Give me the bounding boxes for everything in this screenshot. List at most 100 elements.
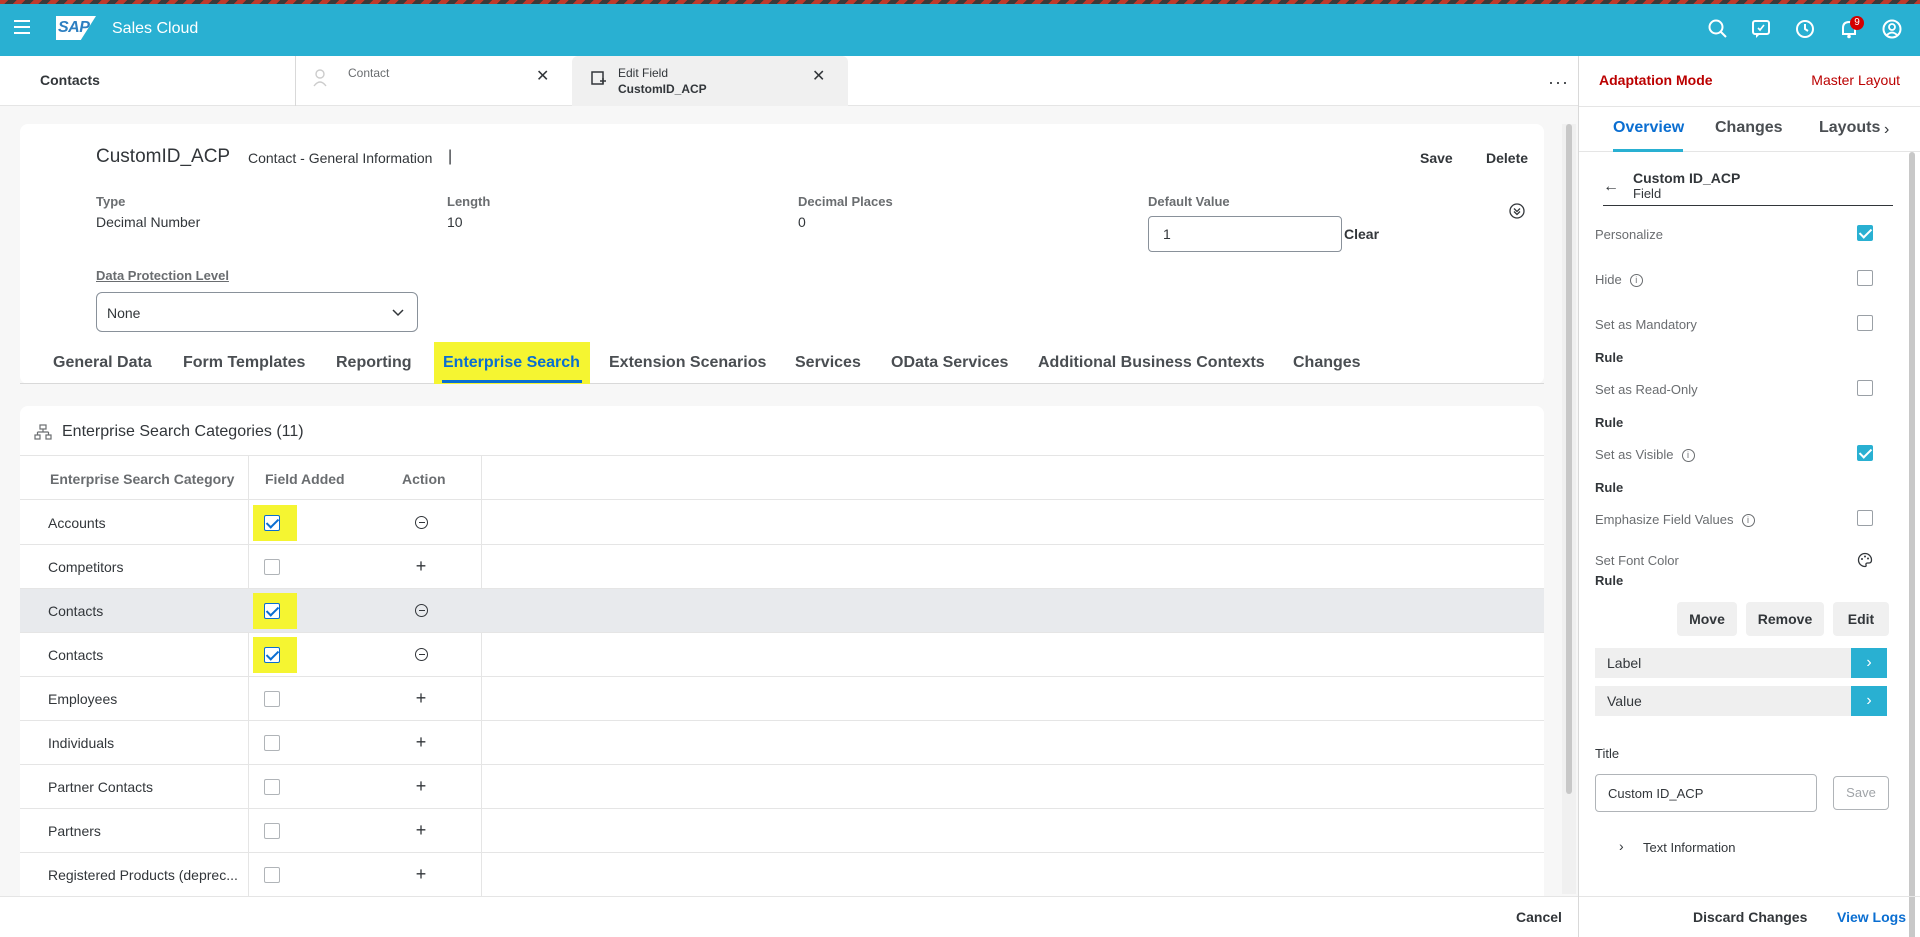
emphasize-checkbox[interactable] (1857, 510, 1873, 526)
tab-extension-scenarios[interactable]: Extension Scenarios (609, 354, 766, 372)
panel-footer: Discard Changes View Logs (1579, 896, 1920, 937)
more-icon[interactable]: ··· (1548, 72, 1569, 93)
decimal-places-value: 0 (798, 214, 806, 230)
length-value: 10 (447, 214, 463, 230)
tab-contacts[interactable]: Contacts (0, 56, 296, 106)
tab-form-templates[interactable]: Form Templates (183, 354, 305, 372)
title-label: Title (1595, 746, 1620, 761)
table-row[interactable]: Employees + (20, 677, 1544, 721)
chevron-right-icon[interactable]: › (1884, 121, 1889, 139)
tab-layouts[interactable]: Layouts (1819, 119, 1880, 137)
field-added-checkbox[interactable] (264, 559, 280, 575)
tab-changes-panel[interactable]: Changes (1715, 119, 1783, 137)
chevron-right-icon[interactable]: › (1851, 648, 1887, 678)
field-added-checkbox[interactable] (264, 867, 280, 883)
title-save-button[interactable]: Save (1833, 776, 1889, 810)
add-icon[interactable]: + (412, 733, 430, 751)
tab-additional-business-contexts[interactable]: Additional Business Contexts (1038, 354, 1265, 372)
panel-scrollbar[interactable] (1909, 152, 1915, 937)
add-icon[interactable]: + (412, 557, 430, 575)
view-logs-button[interactable]: View Logs (1837, 909, 1906, 925)
collapse-icon[interactable] (1508, 202, 1526, 220)
add-icon[interactable]: + (412, 689, 430, 707)
type-label: Type (96, 194, 126, 209)
table-row[interactable]: Competitors + (20, 545, 1544, 589)
field-added-checkbox[interactable] (264, 691, 280, 707)
remove-button[interactable]: Remove (1746, 602, 1824, 636)
table-row[interactable]: Contacts (20, 633, 1544, 677)
rule-link[interactable]: Rule (1595, 480, 1623, 495)
col-category[interactable]: Enterprise Search Category (50, 471, 234, 487)
tab-reporting[interactable]: Reporting (336, 354, 412, 372)
field-added-checkbox[interactable] (264, 823, 280, 839)
chevron-right-icon[interactable]: › (1851, 686, 1887, 716)
label-row[interactable]: Label › (1595, 648, 1887, 678)
hide-checkbox[interactable] (1857, 270, 1873, 286)
hierarchy-icon (34, 424, 52, 440)
save-button[interactable]: Save (1420, 150, 1453, 166)
rule-link[interactable]: Rule (1595, 573, 1623, 588)
table-row[interactable]: Individuals + (20, 721, 1544, 765)
tab-overview[interactable]: Overview (1613, 119, 1684, 137)
col-action[interactable]: Action (402, 471, 446, 487)
rule-link[interactable]: Rule (1595, 350, 1623, 365)
field-added-checkbox[interactable] (264, 603, 280, 619)
rule-link[interactable]: Rule (1595, 415, 1623, 430)
user-icon[interactable] (1881, 18, 1903, 40)
adaptation-mode-label: Adaptation Mode (1599, 72, 1713, 88)
field-added-checkbox[interactable] (264, 735, 280, 751)
chevron-right-icon[interactable]: › (1619, 838, 1624, 854)
tab-odata-services[interactable]: OData Services (891, 354, 1008, 372)
sap-logo[interactable]: SAP (56, 16, 96, 40)
tab-enterprise-search[interactable]: Enterprise Search (443, 354, 580, 372)
remove-icon[interactable] (415, 516, 428, 529)
field-added-checkbox[interactable] (264, 647, 280, 663)
tab-services[interactable]: Services (795, 354, 861, 372)
mandatory-checkbox[interactable] (1857, 315, 1873, 331)
text-information-toggle[interactable]: Text Information (1643, 840, 1736, 855)
edit-button[interactable]: Edit (1833, 602, 1889, 636)
field-added-checkbox[interactable] (264, 779, 280, 795)
main-scrollbar[interactable] (1566, 124, 1572, 794)
close-icon[interactable]: ✕ (812, 69, 826, 85)
readonly-checkbox[interactable] (1857, 380, 1873, 396)
close-icon[interactable]: ✕ (536, 69, 550, 85)
col-field-added[interactable]: Field Added (265, 471, 345, 487)
move-button[interactable]: Move (1677, 602, 1737, 636)
delete-button[interactable]: Delete (1486, 150, 1528, 166)
tab-contact[interactable]: Contact ✕ (298, 56, 572, 106)
add-icon[interactable]: + (412, 865, 430, 883)
search-icon[interactable] (1707, 18, 1729, 40)
notification-badge: 9 (1850, 16, 1864, 30)
tab-changes[interactable]: Changes (1293, 354, 1361, 372)
table-row[interactable]: Accounts (20, 501, 1544, 545)
table-row[interactable]: Registered Products (deprec... + (20, 853, 1544, 896)
info-icon: i (1681, 449, 1695, 463)
history-icon[interactable] (1794, 18, 1816, 40)
palette-icon[interactable] (1857, 552, 1873, 568)
value-row[interactable]: Value › (1595, 686, 1887, 716)
clear-button[interactable]: Clear (1344, 226, 1379, 242)
remove-icon[interactable] (415, 648, 428, 661)
field-added-checkbox[interactable] (264, 515, 280, 531)
table-row[interactable]: Partners + (20, 809, 1544, 853)
feedback-icon[interactable] (1750, 18, 1772, 40)
tab-general-data[interactable]: General Data (53, 354, 152, 372)
table-row[interactable]: Contacts (20, 589, 1544, 633)
menu-icon[interactable] (14, 20, 30, 34)
master-layout-link[interactable]: Master Layout (1811, 72, 1900, 88)
default-value-input[interactable] (1148, 216, 1342, 252)
visible-checkbox[interactable] (1857, 445, 1873, 461)
cancel-button[interactable]: Cancel (1516, 909, 1562, 925)
tab-edit-field[interactable]: Edit Field CustomID_ACP ✕ (572, 56, 848, 106)
remove-icon[interactable] (415, 604, 428, 617)
discard-changes-button[interactable]: Discard Changes (1693, 909, 1807, 925)
personalize-checkbox[interactable] (1857, 225, 1873, 241)
title-input[interactable] (1595, 774, 1817, 812)
add-icon[interactable]: + (412, 821, 430, 839)
data-protection-select[interactable]: None (96, 292, 418, 332)
field-nav-tabs: General Data Form Templates Reporting En… (20, 342, 1544, 384)
back-arrow-icon[interactable]: ← (1603, 178, 1619, 196)
table-row[interactable]: Partner Contacts + (20, 765, 1544, 809)
add-icon[interactable]: + (412, 777, 430, 795)
